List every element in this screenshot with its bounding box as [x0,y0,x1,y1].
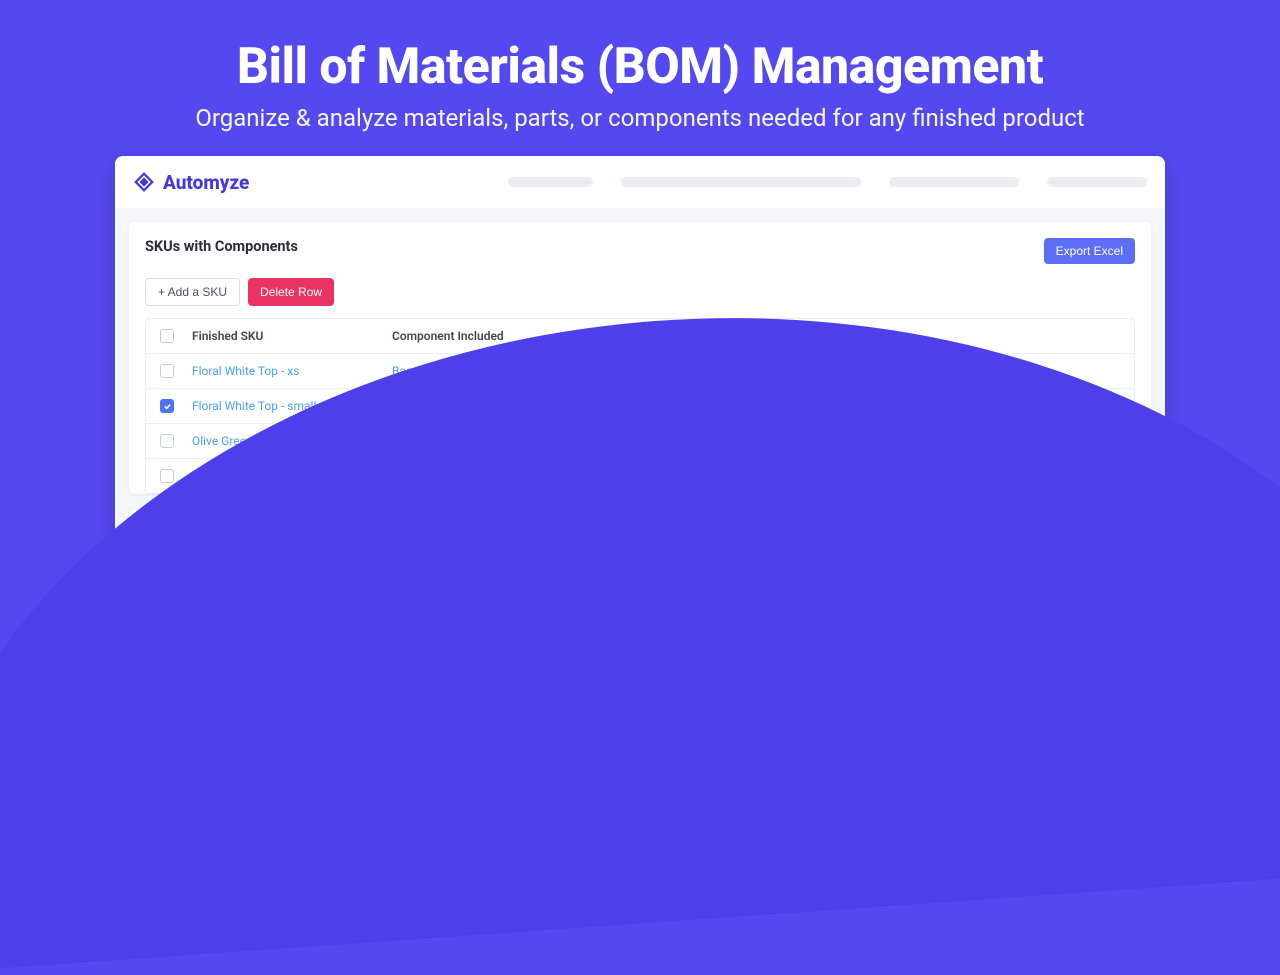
select-all-checkbox[interactable] [160,329,174,343]
row-checkbox[interactable] [160,399,174,413]
nav-placeholder [508,177,593,187]
add-sku-button[interactable]: + Add a SKU [145,278,240,306]
delete-row-button[interactable]: Delete Row [248,278,334,306]
row-checkbox[interactable] [160,364,174,378]
brand: Automyze [133,171,249,194]
sku-link[interactable]: Floral White Top - xs [192,364,392,378]
row-checkbox[interactable] [160,434,174,448]
export-excel-button[interactable]: Export Excel [1044,238,1135,264]
header-nav-placeholders [508,177,1147,187]
header-finished-sku: Finished SKU [192,329,392,343]
brand-name: Automyze [163,171,249,194]
hero-subtitle: Organize & analyze materials, parts, or … [0,104,1280,132]
nav-placeholder [889,177,1019,187]
brand-logo-icon [133,171,155,193]
nav-placeholder [621,177,861,187]
hero-title: Bill of Materials (BOM) Management [0,0,1280,96]
nav-placeholder [1047,177,1147,187]
skus-panel-title: SKUs with Components [145,238,298,255]
row-checkbox[interactable] [160,469,174,483]
app-header: Automyze [115,156,1165,208]
